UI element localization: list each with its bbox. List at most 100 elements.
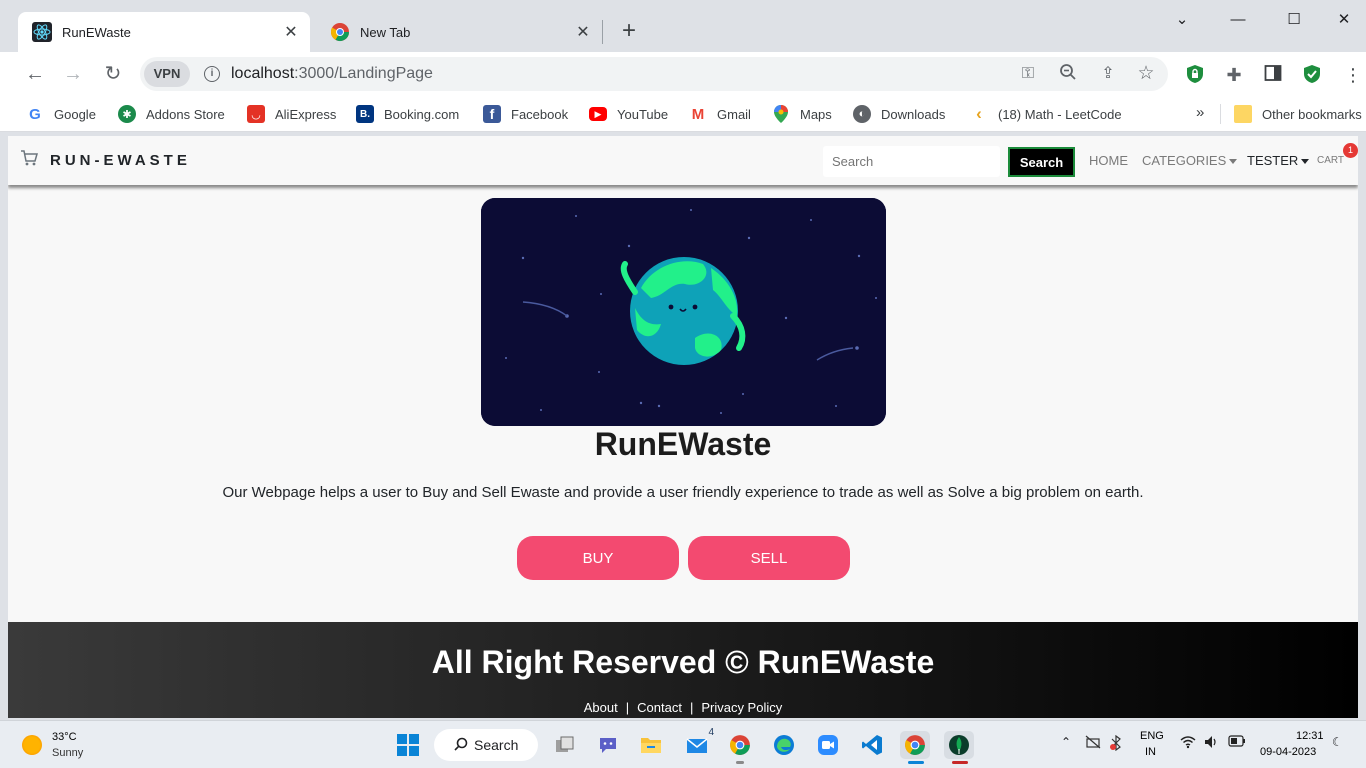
maps-icon [772,105,790,123]
chrome-icon [330,22,350,42]
menu-icon[interactable]: ⋮ [1342,64,1364,86]
star-icon[interactable]: ☆ [1135,63,1157,85]
tab-runewaste[interactable]: RunEWaste ✕ [18,12,310,52]
chat-icon[interactable] [593,731,623,759]
bookmark-youtube[interactable]: ▶ YouTube [589,103,668,125]
bookmark-maps[interactable]: Maps [772,103,832,125]
close-icon[interactable]: ✕ [278,22,304,42]
chrome-icon[interactable] [725,731,755,759]
footer-link-privacy-policy[interactable]: Privacy Policy [701,700,782,715]
bookmark-label: Booking.com [384,106,460,122]
network-off-icon[interactable] [1085,735,1101,752]
nav-user-tester[interactable]: TESTER [1247,153,1310,168]
back-button[interactable]: ← [20,60,50,88]
footer-link-contact[interactable]: Contact [637,700,682,715]
bookmark-label: YouTube [617,106,669,122]
address-bar[interactable]: VPN i localhost:3000/LandingPage ⚿ ⇪ ☆ [140,57,1168,91]
close-window-button[interactable]: ✕ [1322,6,1366,34]
hero-description: Our Webpage helps a user to Buy and Sell… [222,484,1144,501]
bookmark-gmail[interactable]: M Gmail [689,103,751,125]
minimize-button[interactable]: — [1216,6,1260,34]
nav-cart[interactable]: CART [1317,155,1344,166]
language-region[interactable]: IN [1145,746,1156,758]
tab-strip: RunEWaste ✕ New Tab ✕ + ⌄ — ☐ ✕ [0,0,1366,52]
mail-icon[interactable]: 4 [682,727,714,759]
search-input[interactable] [823,146,1000,177]
search-icon [454,737,468,754]
zoom-icon[interactable] [1057,63,1079,85]
bookmark-other-bookmarks[interactable]: Other bookmarks [1234,103,1362,125]
clock-date[interactable]: 09-04-2023 [1260,746,1316,758]
nav-categories-label: CATEGORIES [1142,153,1227,168]
bookmarks-overflow-button[interactable]: » [1196,104,1204,121]
earth-illustration [481,198,886,426]
tab-separator [602,20,603,44]
nav-home[interactable]: HOME [1089,153,1128,168]
bookmark-addons-store[interactable]: ✱ Addons Store [118,103,225,125]
bookmark-leetcode[interactable]: ‹ (18) Math - LeetCode [970,103,1121,125]
maximize-button[interactable]: ☐ [1272,6,1316,34]
weather-condition[interactable]: Sunny [52,747,83,759]
tab-title: New Tab [360,24,411,40]
language-indicator[interactable]: ENG [1140,730,1164,742]
shield-lock-icon[interactable] [1184,64,1206,86]
bookmarks-separator [1220,104,1221,124]
key-icon[interactable]: ⚿ [1017,63,1039,85]
forward-button[interactable]: → [58,60,88,88]
file-explorer-icon[interactable] [636,731,666,759]
nav-categories[interactable]: CATEGORIES [1142,153,1238,168]
aliexpress-icon: ◡ [247,105,265,123]
url-text[interactable]: localhost:3000/LandingPage [231,65,433,83]
volume-icon[interactable] [1204,735,1220,752]
share-icon[interactable]: ⇪ [1097,63,1119,85]
new-tab-button[interactable]: + [616,16,642,46]
bookmark-label: Facebook [511,106,569,122]
footer-link-about[interactable]: About [584,700,618,715]
mongodb-icon[interactable] [944,731,974,759]
footer-separator: | [625,700,630,715]
extensions-icon[interactable]: ✚ [1223,64,1245,86]
clock-time[interactable]: 12:31 [1296,730,1324,742]
side-panel-icon[interactable] [1262,64,1284,86]
zoom-app-icon[interactable] [813,731,843,759]
browser-app-icon[interactable] [900,731,930,759]
weather-temperature[interactable]: 33°C [52,731,77,743]
vpn-badge[interactable]: VPN [144,61,190,87]
cart-badge: 1 [1343,143,1358,158]
page-viewport: RUN-EWASTE Search HOME CATEGORIES TESTER… [8,136,1358,718]
bookmark-label: AliExpress [275,106,337,122]
bookmark-downloads[interactable]: ◐ Downloads [853,103,945,125]
nav-user-label: TESTER [1247,153,1299,168]
sun-icon[interactable] [22,735,42,755]
shield-check-icon[interactable] [1301,64,1323,86]
react-icon [32,22,52,42]
tab-search-button[interactable]: ⌄ [1160,6,1204,34]
bluetooth-devices-icon[interactable] [1108,734,1124,754]
vscode-icon[interactable] [857,731,887,759]
reload-button[interactable]: ↻ [98,60,128,88]
bookmark-booking[interactable]: B. Booking.com [356,103,459,125]
edge-icon[interactable] [769,731,799,759]
battery-icon[interactable] [1228,735,1246,750]
bookmark-label: Gmail [717,106,751,122]
wifi-icon[interactable] [1180,735,1196,752]
footer-separator: | [689,700,694,715]
tab-new-tab[interactable]: New Tab ✕ [316,12,602,52]
taskbar-search[interactable]: Search [434,729,538,761]
bookmark-facebook[interactable]: f Facebook [483,103,568,125]
cart-icon [20,150,40,170]
moon-icon[interactable]: ☾ [1332,735,1343,749]
windows-start-icon[interactable] [393,731,423,759]
buy-button[interactable]: BUY [517,536,679,580]
addons-icon: ✱ [118,105,136,123]
brand[interactable]: RUN-EWASTE [20,150,191,170]
bookmark-aliexpress[interactable]: ◡ AliExpress [247,103,336,125]
bookmark-google[interactable]: G Google [26,103,96,125]
close-icon[interactable]: ✕ [570,22,596,42]
task-view-icon[interactable] [550,731,580,759]
chevron-up-icon[interactable]: ⌃ [1061,735,1071,749]
search-button[interactable]: Search [1008,147,1075,177]
sell-button[interactable]: SELL [688,536,850,580]
info-icon[interactable]: i [204,66,220,82]
taskbar-search-label: Search [474,737,519,753]
